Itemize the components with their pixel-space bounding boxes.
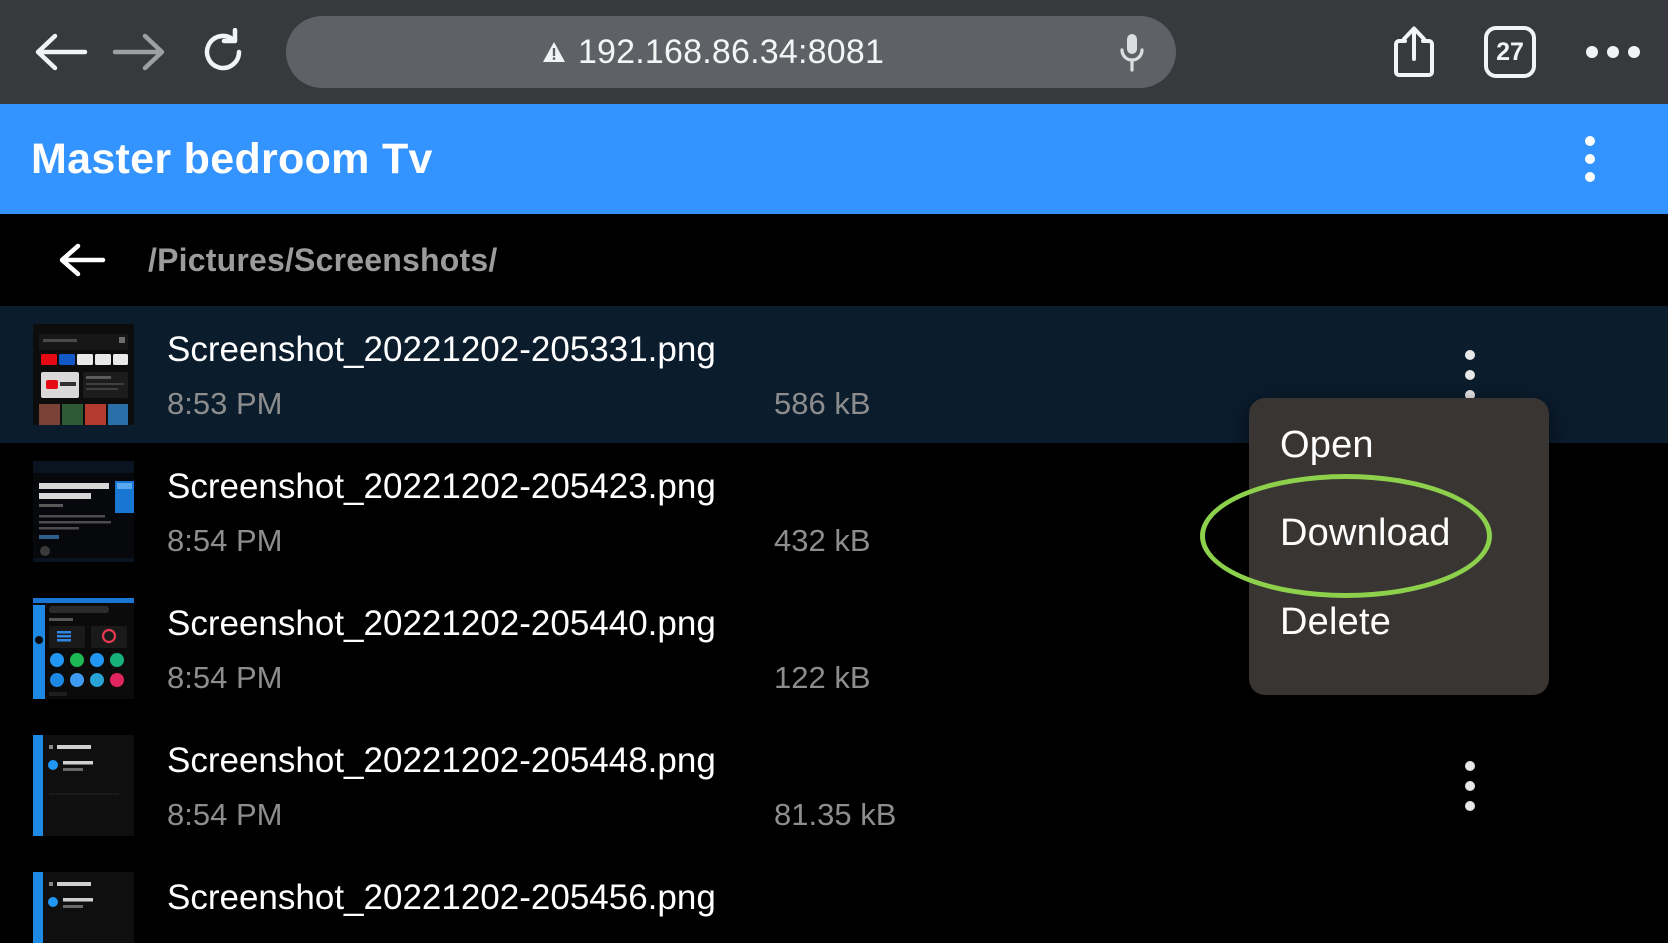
table-row[interactable]: Screenshot_20221202-205456.png [0, 854, 1668, 943]
breadcrumb: /Pictures/Screenshots/ [0, 214, 1668, 306]
app-overflow-menu-button[interactable] [1570, 129, 1610, 189]
context-menu-item-open[interactable]: Open [1280, 424, 1374, 467]
file-time: 8:54 PM [167, 797, 283, 832]
file-context-menu: Open Download Delete [1249, 398, 1549, 695]
arrow-left-icon [59, 243, 106, 277]
screen-root: 192.168.86.34:8081 27 Master bedroom Tv … [0, 0, 1668, 943]
arrow-left-icon [35, 33, 88, 71]
page-title: Master bedroom Tv [31, 134, 433, 183]
file-name: Screenshot_20221202-205440.png [167, 604, 716, 643]
url-value: 192.168.86.34:8081 [577, 32, 885, 71]
file-size: 586 kB [774, 386, 871, 421]
file-info: Screenshot_20221202-205448.png 8:54 PM 8… [167, 735, 1668, 836]
app-header: Master bedroom Tv [0, 104, 1668, 214]
more-horizontal-icon [1586, 46, 1640, 58]
file-size: 122 kB [774, 660, 871, 695]
file-time: 8:54 PM [167, 523, 283, 558]
android-tv-home-screenshot [33, 324, 134, 425]
more-vertical-icon [1465, 760, 1475, 771]
not-secure-warning-icon [542, 42, 565, 62]
file-size: 81.35 kB [774, 797, 897, 832]
file-name: Screenshot_20221202-205456.png [167, 878, 716, 917]
file-name: Screenshot_20221202-205448.png [167, 741, 716, 780]
file-name: Screenshot_20221202-205331.png [167, 330, 716, 369]
file-time: 8:53 PM [167, 386, 283, 421]
file-time: 8:54 PM [167, 660, 283, 695]
arrow-right-icon [112, 33, 165, 71]
browser-forward-button[interactable] [100, 13, 178, 91]
microphone-icon [1120, 34, 1144, 72]
file-row-menu-button[interactable] [1450, 754, 1490, 818]
file-row-menu-button[interactable] [1450, 343, 1490, 407]
browser-toolbar-right: 27 [1366, 12, 1668, 92]
url-text-wrap: 192.168.86.34:8081 [542, 33, 884, 72]
share-button[interactable] [1366, 12, 1462, 92]
share-icon [1394, 26, 1434, 77]
file-name: Screenshot_20221202-205423.png [167, 467, 716, 506]
transfer-to-pc-screenshot [33, 872, 134, 943]
transfer-to-pc-screenshot [33, 735, 134, 836]
table-row[interactable]: Screenshot_20221202-205448.png 8:54 PM 8… [0, 717, 1668, 854]
file-size: 432 kB [774, 523, 871, 558]
reload-icon [204, 28, 242, 71]
file-thumbnail [33, 461, 134, 562]
browser-menu-button[interactable] [1558, 12, 1668, 92]
more-vertical-icon [1585, 136, 1595, 146]
browser-reload-button[interactable] [184, 13, 262, 91]
tab-count-badge: 27 [1484, 26, 1536, 78]
current-path: /Pictures/Screenshots/ [148, 241, 498, 278]
file-thumbnail [33, 735, 134, 836]
address-bar[interactable]: 192.168.86.34:8081 [286, 16, 1176, 88]
browser-back-button[interactable] [22, 13, 100, 91]
browser-toolbar: 192.168.86.34:8081 27 [0, 0, 1668, 104]
context-menu-item-download[interactable]: Download [1280, 512, 1451, 555]
file-thumbnail [33, 598, 134, 699]
file-meta: 8:54 PM 81.35 kB [167, 797, 1668, 833]
tab-switcher-button[interactable]: 27 [1462, 12, 1558, 92]
navigate-up-button[interactable] [56, 234, 108, 286]
context-menu-item-delete[interactable]: Delete [1280, 601, 1391, 644]
app-drawer-screenshot [33, 598, 134, 699]
file-info: Screenshot_20221202-205456.png [167, 872, 1668, 943]
file-thumbnail [33, 872, 134, 943]
file-thumbnail [33, 324, 134, 425]
more-vertical-icon [1465, 349, 1475, 360]
voice-search-button[interactable] [1110, 28, 1154, 76]
file-manager-tv-cloud-screenshot [33, 461, 134, 562]
tab-count-value: 27 [1496, 37, 1524, 66]
